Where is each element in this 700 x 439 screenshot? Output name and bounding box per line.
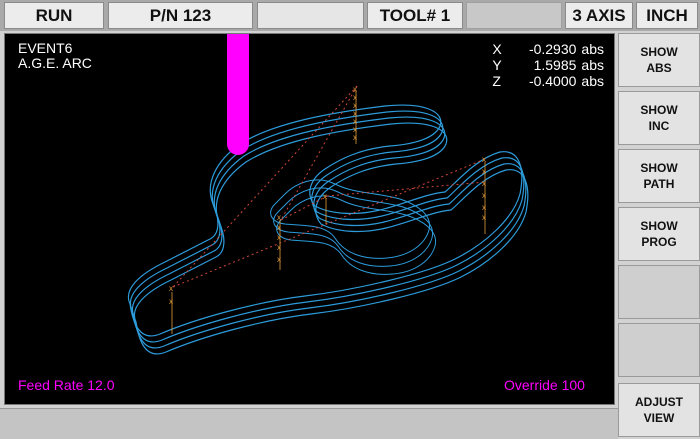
show-abs-label-2: ABS (646, 61, 672, 75)
mode-indicator[interactable]: RUN (4, 2, 104, 29)
show-inc-button[interactable]: SHOW INC (618, 91, 700, 145)
show-prog-button[interactable]: SHOW PROG (618, 207, 700, 261)
feed-rate-readout: Feed Rate 12.0 (18, 377, 115, 393)
show-path-label-2: PATH (643, 177, 675, 191)
wrench-contours (127, 104, 529, 355)
rapid-moves (172, 85, 486, 288)
show-path-label-1: SHOW (640, 161, 678, 175)
show-prog-label-1: SHOW (640, 219, 678, 233)
softkey-panel: SHOW ABS SHOW INC SHOW PATH SHOW PROG AD… (618, 33, 700, 439)
units-indicator[interactable]: INCH (636, 2, 698, 29)
show-path-button[interactable]: SHOW PATH (618, 149, 700, 203)
toolpath-viewport[interactable]: EVENT6 A.G.E. ARC X -0.2930 abs Y 1.5985… (4, 33, 615, 405)
axis-mode[interactable]: 3 AXIS (565, 2, 633, 29)
cutting-tool (227, 34, 249, 155)
svg-text:x: x (169, 284, 173, 293)
adjust-view-button[interactable]: ADJUST VIEW (618, 383, 700, 437)
show-abs-label-1: SHOW (640, 45, 678, 59)
toolpath-drawing: xxxxxxx xxxxxx xxxxx xx x (127, 34, 529, 355)
adjust-view-label-1: ADJUST (634, 395, 683, 409)
status-field-blank (257, 2, 364, 29)
softkey-blank-1[interactable] (618, 265, 700, 319)
show-inc-label-1: SHOW (640, 103, 678, 117)
top-status-bar: RUN P/N 123 TOOL# 1 3 AXIS INCH (0, 0, 700, 31)
adjust-view-label-2: VIEW (643, 411, 675, 425)
override-readout: Override 100 (504, 377, 585, 393)
softkey-blank-2[interactable] (618, 323, 700, 377)
bottom-message-bar (0, 408, 618, 439)
part-number[interactable]: P/N 123 (108, 2, 253, 29)
status-field-blank-2 (466, 2, 562, 29)
tool-indicator[interactable]: TOOL# 1 (367, 2, 463, 29)
show-abs-button[interactable]: SHOW ABS (618, 33, 700, 87)
show-inc-label-2: INC (648, 119, 670, 133)
show-prog-label-2: PROG (641, 235, 677, 249)
